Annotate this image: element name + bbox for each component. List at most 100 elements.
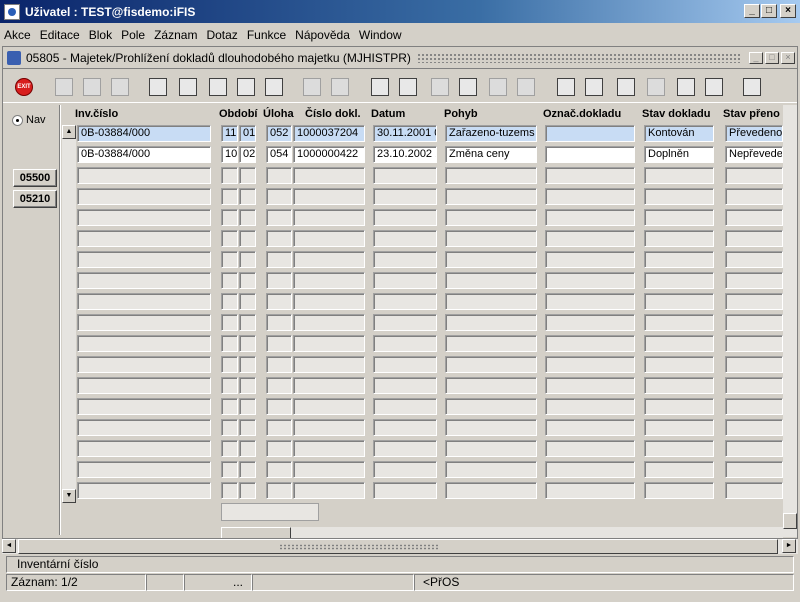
doc-mark-cell[interactable] <box>545 125 635 142</box>
cancel-query-button[interactable] <box>109 76 131 98</box>
date-cell[interactable] <box>373 272 437 289</box>
doc-mark-cell[interactable] <box>545 293 635 310</box>
date-cell[interactable]: 23.10.2002 1 <box>373 146 437 163</box>
period-seq-cell[interactable] <box>239 335 256 352</box>
period-month-cell[interactable]: 11 <box>221 125 238 142</box>
task-cell[interactable] <box>266 482 292 499</box>
task-cell[interactable] <box>266 188 292 205</box>
window-hscrollbar[interactable]: ◄ ► <box>2 538 798 554</box>
doc-number-cell[interactable] <box>293 314 365 331</box>
doc-number-cell[interactable] <box>293 272 365 289</box>
movement-cell[interactable] <box>445 356 537 373</box>
task-cell[interactable] <box>266 209 292 226</box>
doc-mark-cell[interactable] <box>545 440 635 457</box>
paste-button[interactable] <box>429 76 451 98</box>
form-vscroll-thumb[interactable] <box>783 513 797 529</box>
doc-number-cell[interactable] <box>293 167 365 184</box>
doc-state-cell[interactable] <box>644 356 714 373</box>
inv-cell[interactable] <box>77 272 211 289</box>
movement-cell[interactable] <box>445 335 537 352</box>
doc-state-cell[interactable]: Kontován <box>644 125 714 142</box>
doc-mark-cell[interactable] <box>545 314 635 331</box>
doc-state-cell[interactable] <box>644 167 714 184</box>
doc-number-cell[interactable]: 1000000422 <box>293 146 365 163</box>
period-month-cell[interactable] <box>221 230 238 247</box>
print-button[interactable] <box>301 76 323 98</box>
transfer-state-cell[interactable] <box>725 377 783 394</box>
task-cell[interactable] <box>266 167 292 184</box>
transfer-state-cell[interactable] <box>725 230 783 247</box>
export-button[interactable] <box>555 76 577 98</box>
records-scrollbar[interactable]: ▲ ▼ <box>62 125 76 503</box>
transfer-state-cell[interactable] <box>725 356 783 373</box>
movement-cell[interactable]: Zařazeno-tuzems <box>445 125 537 142</box>
doc-mark-cell[interactable] <box>545 461 635 478</box>
transfer-state-cell[interactable] <box>725 209 783 226</box>
menu-window[interactable]: Window <box>359 28 402 42</box>
period-seq-cell[interactable] <box>239 398 256 415</box>
period-seq-cell[interactable] <box>239 377 256 394</box>
period-month-cell[interactable] <box>221 440 238 457</box>
hscroll-right-button[interactable]: ► <box>782 539 796 553</box>
movement-cell[interactable] <box>445 230 537 247</box>
period-month-cell[interactable] <box>221 377 238 394</box>
date-cell[interactable] <box>373 356 437 373</box>
menu-blok[interactable]: Blok <box>89 28 112 42</box>
date-cell[interactable]: 30.11.2001 0 <box>373 125 437 142</box>
doc-state-cell[interactable]: Doplněn <box>644 146 714 163</box>
movement-cell[interactable] <box>445 314 537 331</box>
query-run-button[interactable] <box>177 76 199 98</box>
doc-number-cell[interactable] <box>293 230 365 247</box>
period-seq-cell[interactable] <box>239 188 256 205</box>
doc-mark-cell[interactable] <box>545 356 635 373</box>
period-seq-cell[interactable] <box>239 293 256 310</box>
menu-funkce[interactable]: Funkce <box>247 28 286 42</box>
period-seq-cell[interactable] <box>239 167 256 184</box>
doc-state-cell[interactable] <box>644 482 714 499</box>
inv-cell[interactable] <box>77 377 211 394</box>
task-cell[interactable] <box>266 356 292 373</box>
doc-mark-cell[interactable] <box>545 188 635 205</box>
doc-state-cell[interactable] <box>644 251 714 268</box>
sum-button[interactable] <box>675 76 697 98</box>
doc-state-cell[interactable] <box>644 188 714 205</box>
inv-cell[interactable] <box>77 167 211 184</box>
clock-button[interactable] <box>645 76 667 98</box>
period-seq-cell[interactable] <box>239 440 256 457</box>
task-cell[interactable]: 054 <box>266 146 292 163</box>
doc-number-cell[interactable] <box>293 356 365 373</box>
doc-number-cell[interactable] <box>293 209 365 226</box>
period-seq-cell[interactable] <box>239 272 256 289</box>
date-cell[interactable] <box>373 377 437 394</box>
sort-multi-button[interactable] <box>263 76 285 98</box>
transfer-state-cell[interactable]: Nepřevedeno <box>725 146 783 163</box>
menu-zaznam[interactable]: Záznam <box>154 28 197 42</box>
doc-mark-cell[interactable] <box>545 167 635 184</box>
period-month-cell[interactable] <box>221 482 238 499</box>
form-maximize-button[interactable]: □ <box>765 51 779 64</box>
movement-cell[interactable] <box>445 293 537 310</box>
inv-cell[interactable] <box>77 293 211 310</box>
doc-state-cell[interactable] <box>644 293 714 310</box>
cut-button[interactable] <box>369 76 391 98</box>
transfer-state-cell[interactable] <box>725 293 783 310</box>
task-cell[interactable] <box>266 272 292 289</box>
print-preview-button[interactable] <box>329 76 351 98</box>
movement-cell[interactable] <box>445 251 537 268</box>
period-seq-cell[interactable] <box>239 461 256 478</box>
inv-cell[interactable] <box>77 335 211 352</box>
doc-state-cell[interactable] <box>644 461 714 478</box>
period-month-cell[interactable] <box>221 167 238 184</box>
doc-state-cell[interactable] <box>644 314 714 331</box>
doc-state-cell[interactable] <box>644 419 714 436</box>
form-minimize-button[interactable]: _ <box>749 51 763 64</box>
window-hscroll-thumb[interactable] <box>18 539 778 554</box>
date-cell[interactable] <box>373 209 437 226</box>
exit-button[interactable]: EXIT <box>13 76 35 98</box>
transfer-state-cell[interactable] <box>725 251 783 268</box>
task-cell[interactable] <box>266 461 292 478</box>
doc-number-cell[interactable] <box>293 419 365 436</box>
maximize-button[interactable]: □ <box>761 4 777 18</box>
doc-number-cell[interactable] <box>293 482 365 499</box>
task-cell[interactable] <box>266 251 292 268</box>
